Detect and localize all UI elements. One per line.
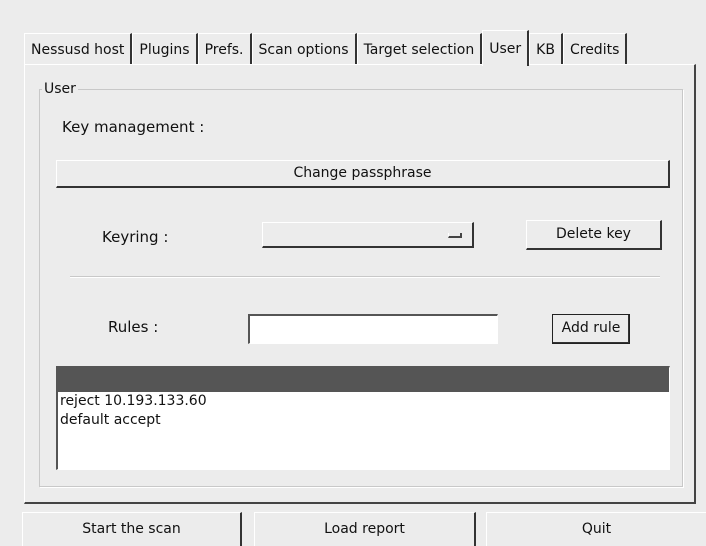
rules-list[interactable]: reject 10.193.133.60 default accept bbox=[56, 366, 670, 470]
quit-button[interactable]: Quit bbox=[486, 512, 706, 546]
change-passphrase-button[interactable]: Change passphrase bbox=[56, 160, 670, 188]
tab-scan-options[interactable]: Scan options bbox=[251, 33, 357, 65]
list-item[interactable]: reject 10.193.133.60 bbox=[58, 392, 669, 411]
tab-target-selection[interactable]: Target selection bbox=[356, 33, 483, 65]
rules-input[interactable] bbox=[248, 314, 498, 344]
notebook-page: User Key management : Change passphrase … bbox=[24, 64, 696, 504]
key-management-label: Key management : bbox=[62, 118, 205, 136]
tab-plugins[interactable]: Plugins bbox=[132, 33, 198, 65]
rules-list-header bbox=[58, 368, 669, 392]
rules-label: Rules : bbox=[108, 318, 159, 336]
keyring-label: Keyring : bbox=[102, 228, 169, 246]
list-item[interactable]: default accept bbox=[58, 411, 669, 430]
tab-nessusd-host[interactable]: Nessusd host bbox=[24, 33, 133, 65]
add-rule-button[interactable]: Add rule bbox=[552, 314, 630, 344]
user-frame-title: User bbox=[42, 81, 78, 97]
tab-bar: Nessusd host Plugins Prefs. Scan options… bbox=[24, 30, 628, 66]
tab-prefs[interactable]: Prefs. bbox=[197, 33, 252, 65]
bottom-button-bar: Start the scan Load report Quit bbox=[0, 512, 706, 546]
separator bbox=[70, 276, 660, 278]
start-scan-button[interactable]: Start the scan bbox=[22, 512, 242, 546]
tab-credits[interactable]: Credits bbox=[562, 33, 628, 65]
tab-kb[interactable]: KB bbox=[529, 33, 563, 65]
load-report-button[interactable]: Load report bbox=[254, 512, 476, 546]
keyring-select[interactable] bbox=[262, 222, 474, 248]
tab-user[interactable]: User bbox=[482, 30, 530, 66]
user-frame: User Key management : Change passphrase … bbox=[39, 81, 683, 487]
dropdown-arrow-icon bbox=[448, 233, 462, 238]
delete-key-button[interactable]: Delete key bbox=[526, 220, 662, 250]
